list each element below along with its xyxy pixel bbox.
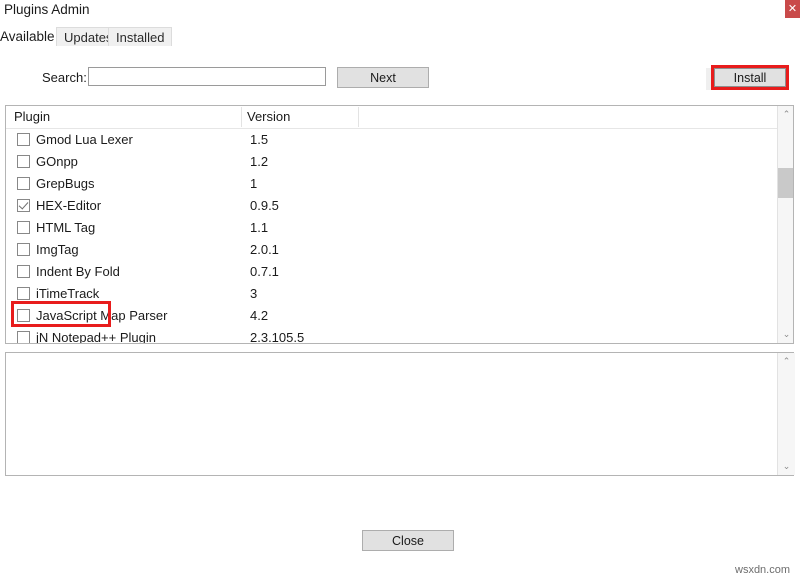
search-label: Search:	[42, 70, 87, 85]
plugin-checkbox[interactable]	[17, 155, 30, 168]
install-button-highlight-box	[711, 65, 789, 90]
plugin-version: 1.2	[250, 154, 269, 169]
plugin-version: 2.0.1	[250, 242, 279, 257]
plugin-checkbox[interactable]	[17, 177, 30, 190]
plugin-description-panel[interactable]: ⌃ ⌄	[5, 352, 795, 476]
next-button[interactable]: Next	[337, 67, 429, 88]
plugin-version: 3	[250, 286, 258, 301]
plugin-checkbox[interactable]	[17, 199, 30, 212]
plugin-checkbox[interactable]	[17, 265, 30, 278]
table-row[interactable]: Indent By Fold 0.7.1	[6, 261, 777, 283]
tab-bar: Available Updates Installed	[0, 27, 800, 47]
tab-available[interactable]: Available	[0, 27, 55, 46]
plugin-version: 1.5	[250, 132, 269, 147]
column-divider[interactable]	[241, 107, 242, 127]
close-icon: ✕	[787, 3, 798, 15]
selected-plugin-highlight-box	[11, 301, 111, 327]
table-row[interactable]: HTML Tag 1.1	[6, 217, 777, 239]
plugin-version: 1	[250, 176, 258, 191]
plugin-checkbox[interactable]	[17, 221, 30, 234]
plugin-version: 0.7.1	[250, 264, 279, 279]
plugin-version: 2.3.105.5	[250, 330, 305, 343]
page-title: Plugins Admin	[4, 2, 90, 17]
plugin-name: jN Notepad++ Plugin	[36, 330, 156, 343]
table-header: Plugin Version	[6, 106, 793, 129]
search-input[interactable]	[88, 67, 326, 86]
plugin-name: HEX-Editor	[36, 198, 102, 213]
table-row[interactable]: jN Notepad++ Plugin 2.3.105.5	[6, 327, 777, 343]
scroll-up-icon[interactable]: ⌃	[778, 106, 793, 123]
plugin-checkbox[interactable]	[17, 133, 30, 146]
table-row[interactable]: GrepBugs 1	[6, 173, 777, 195]
table-body: Gmod Lua Lexer 1.5 GOnpp 1.2 GrepBugs 1 HEX-Ed…	[6, 129, 777, 343]
tab-installed[interactable]: Installed	[108, 27, 173, 46]
scroll-down-icon[interactable]: ⌄	[778, 458, 795, 475]
column-header-version[interactable]: Version	[247, 106, 290, 128]
plugin-list-scrollbar[interactable]: ⌃ ⌄	[777, 106, 793, 343]
table-row[interactable]: HEX-Editor 0.9.5	[6, 195, 777, 217]
scroll-down-icon[interactable]: ⌄	[778, 326, 793, 343]
plugin-name: Gmod Lua Lexer	[36, 132, 133, 147]
plugin-version: 0.9.5	[250, 198, 279, 213]
plugin-name: GrepBugs	[36, 176, 95, 191]
plugin-name: HTML Tag	[36, 220, 96, 235]
scroll-up-icon[interactable]: ⌃	[778, 353, 795, 370]
column-divider[interactable]	[358, 107, 359, 127]
column-header-plugin[interactable]: Plugin	[14, 106, 50, 128]
description-scrollbar[interactable]: ⌃ ⌄	[777, 353, 795, 475]
plugin-name: GOnpp	[36, 154, 78, 169]
plugin-name: Indent By Fold	[36, 264, 120, 279]
plugin-version: 4.2	[250, 308, 269, 323]
scrollbar-thumb[interactable]	[778, 168, 793, 198]
table-row[interactable]: ImgTag 2.0.1	[6, 239, 777, 261]
close-dialog-button[interactable]: Close	[362, 530, 454, 551]
plugin-checkbox[interactable]	[17, 287, 30, 300]
plugin-name: ImgTag	[36, 242, 79, 257]
table-row[interactable]: Gmod Lua Lexer 1.5	[6, 129, 777, 151]
window-titlebar: Plugins Admin ✕	[0, 0, 800, 19]
watermark: wsxdn.com	[735, 564, 791, 576]
table-row[interactable]: iTimeTrack 3	[6, 283, 777, 305]
table-row[interactable]: JavaScript Map Parser 4.2	[6, 305, 777, 327]
plugin-checkbox[interactable]	[17, 331, 30, 343]
plugin-checkbox[interactable]	[17, 243, 30, 256]
plugin-list[interactable]: Plugin Version Gmod Lua Lexer 1.5 GOnpp 1.2…	[5, 105, 794, 344]
close-window-button[interactable]: ✕	[785, 0, 800, 18]
plugin-version: 1.1	[250, 220, 269, 235]
table-row[interactable]: GOnpp 1.2	[6, 151, 777, 173]
